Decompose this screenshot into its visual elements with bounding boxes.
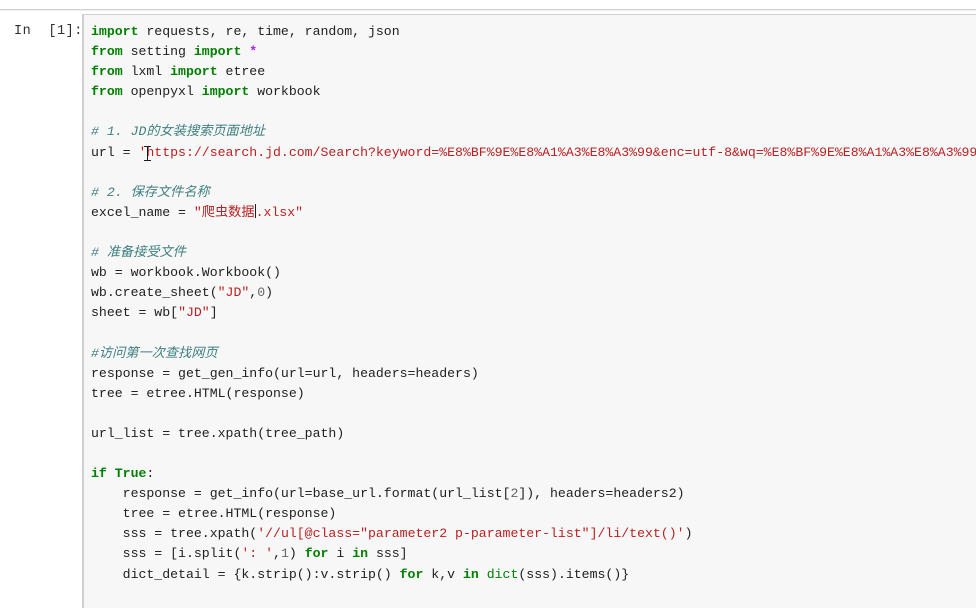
code-token: tree = etree.HTML(response) bbox=[91, 506, 337, 522]
code-token: etree bbox=[217, 64, 266, 80]
code-line: response = get_info(url=base_url.format(… bbox=[91, 484, 976, 504]
code-line: import requests, re, time, random, json bbox=[91, 22, 976, 42]
code-line: #访问第一次查找网页 bbox=[91, 344, 976, 364]
code-token: # 1. JD的女装搜索页面地址 bbox=[91, 124, 266, 140]
code-token: tree = etree.HTML(response) bbox=[91, 385, 305, 401]
code-token: sss = tree.xpath( bbox=[91, 526, 258, 542]
code-token: True bbox=[114, 466, 147, 482]
code-line: if True: bbox=[91, 464, 976, 484]
code-token: ) bbox=[288, 546, 305, 562]
code-token: sss = [i.split( bbox=[91, 546, 242, 562]
code-token: sss] bbox=[368, 546, 408, 562]
code-token: (sss).items()} bbox=[518, 566, 630, 582]
code-token: "爬虫数据 bbox=[193, 204, 255, 220]
notebook-code-cell[interactable]: In [1]: import requests, re, time, rando… bbox=[0, 14, 976, 608]
code-token: from bbox=[91, 84, 123, 100]
code-token: ': ' bbox=[241, 546, 274, 562]
code-token: # 准备接受文件 bbox=[91, 245, 186, 261]
code-token: : bbox=[146, 466, 155, 482]
code-token: workbook bbox=[249, 84, 321, 100]
code-line: wb.create_sheet("JD",0) bbox=[91, 283, 976, 303]
code-token: * bbox=[249, 44, 258, 60]
code-token: import bbox=[193, 44, 242, 60]
code-line: # 准备接受文件 bbox=[91, 243, 976, 263]
code-token: dict_detail = {k.strip():v.strip() bbox=[91, 566, 400, 582]
code-token: for bbox=[304, 546, 329, 562]
cell-execution-prompt: In [1]: bbox=[14, 24, 83, 39]
code-editor[interactable]: import requests, re, time, random, json f… bbox=[91, 22, 976, 608]
code-line: tree = etree.HTML(response) bbox=[91, 384, 976, 404]
code-token: import bbox=[91, 24, 139, 39]
code-token: .xlsx" bbox=[255, 204, 304, 220]
code-line: url = 'https://search.jd.com/Search?keyw… bbox=[91, 143, 976, 163]
code-token: excel_name = bbox=[91, 204, 194, 220]
code-token: response = get_info(url=base_url.format(… bbox=[91, 486, 511, 502]
code-token: lxml bbox=[122, 64, 171, 80]
code-token: url_list = tree.xpath(tree_path) bbox=[91, 425, 345, 441]
code-line: dict_detail = {k.strip():v.strip() for k… bbox=[91, 565, 976, 585]
code-line: response = get_gen_info(url=url, headers… bbox=[91, 364, 976, 384]
code-token: ) bbox=[684, 526, 693, 542]
cell-input-area[interactable]: import requests, re, time, random, json f… bbox=[82, 14, 976, 608]
code-line: excel_name = "爬虫数据.xlsx" bbox=[91, 203, 976, 223]
code-token: "JD" bbox=[217, 285, 250, 301]
code-token: in bbox=[462, 566, 479, 582]
code-token: wb.create_sheet( bbox=[91, 285, 218, 301]
code-token: openpyxl bbox=[122, 84, 202, 100]
code-token: k,v bbox=[423, 566, 463, 582]
notebook-page: In [1]: import requests, re, time, rando… bbox=[0, 0, 976, 608]
code-line: sheet = wb["JD"] bbox=[91, 303, 976, 323]
code-token: ]), headers=headers2) bbox=[518, 486, 685, 502]
code-token: if bbox=[91, 466, 107, 482]
code-token: for bbox=[399, 566, 424, 582]
code-token: , bbox=[273, 546, 281, 562]
code-token: import bbox=[170, 64, 218, 80]
code-token: from bbox=[91, 64, 123, 80]
code-token: sheet = wb[ bbox=[91, 305, 179, 321]
code-line: from setting import * bbox=[91, 42, 976, 62]
code-line: wb = workbook.Workbook() bbox=[91, 263, 976, 283]
code-token: ] bbox=[209, 305, 218, 321]
code-token: 1 bbox=[280, 546, 289, 562]
code-line: sss = tree.xpath('//ul[@class="parameter… bbox=[91, 524, 976, 544]
code-line: from openpyxl import workbook bbox=[91, 82, 976, 102]
code-line: # 2. 保存文件名称 bbox=[91, 183, 976, 203]
code-line: tree = etree.HTML(response) bbox=[91, 504, 976, 524]
code-token: '//ul[@class="parameter2 p-parameter-lis… bbox=[257, 526, 685, 542]
code-token: response = get_gen_info(url=url, headers… bbox=[91, 365, 479, 381]
code-token: "JD" bbox=[178, 305, 210, 321]
code-line: from lxml import etree bbox=[91, 62, 976, 82]
code-line: # 1. JD的女装搜索页面地址 bbox=[91, 122, 976, 142]
code-token: requests, re, time, random, json bbox=[138, 24, 400, 39]
code-token: 'https://search.jd.com/Search?keyword=%E… bbox=[138, 144, 976, 160]
code-token: import bbox=[201, 84, 250, 100]
code-token: i bbox=[328, 546, 353, 562]
code-token: #访问第一次查找网页 bbox=[91, 345, 218, 361]
toolbar-divider-highlight bbox=[0, 10, 976, 11]
code-line: sss = [i.split(': ',1) for i in sss] bbox=[91, 544, 976, 564]
code-token: from bbox=[91, 44, 123, 60]
code-token: # 2. 保存文件名称 bbox=[91, 184, 210, 200]
code-token: dict bbox=[486, 566, 519, 582]
code-token: , bbox=[249, 285, 258, 301]
code-token: url = bbox=[91, 144, 139, 160]
code-token: 0 bbox=[257, 285, 266, 301]
code-token: setting bbox=[122, 44, 194, 60]
code-token: wb = workbook.Workbook() bbox=[91, 265, 281, 281]
code-line: url_list = tree.xpath(tree_path) bbox=[91, 424, 976, 444]
code-token: ) bbox=[265, 285, 274, 301]
code-token: in bbox=[352, 546, 369, 562]
